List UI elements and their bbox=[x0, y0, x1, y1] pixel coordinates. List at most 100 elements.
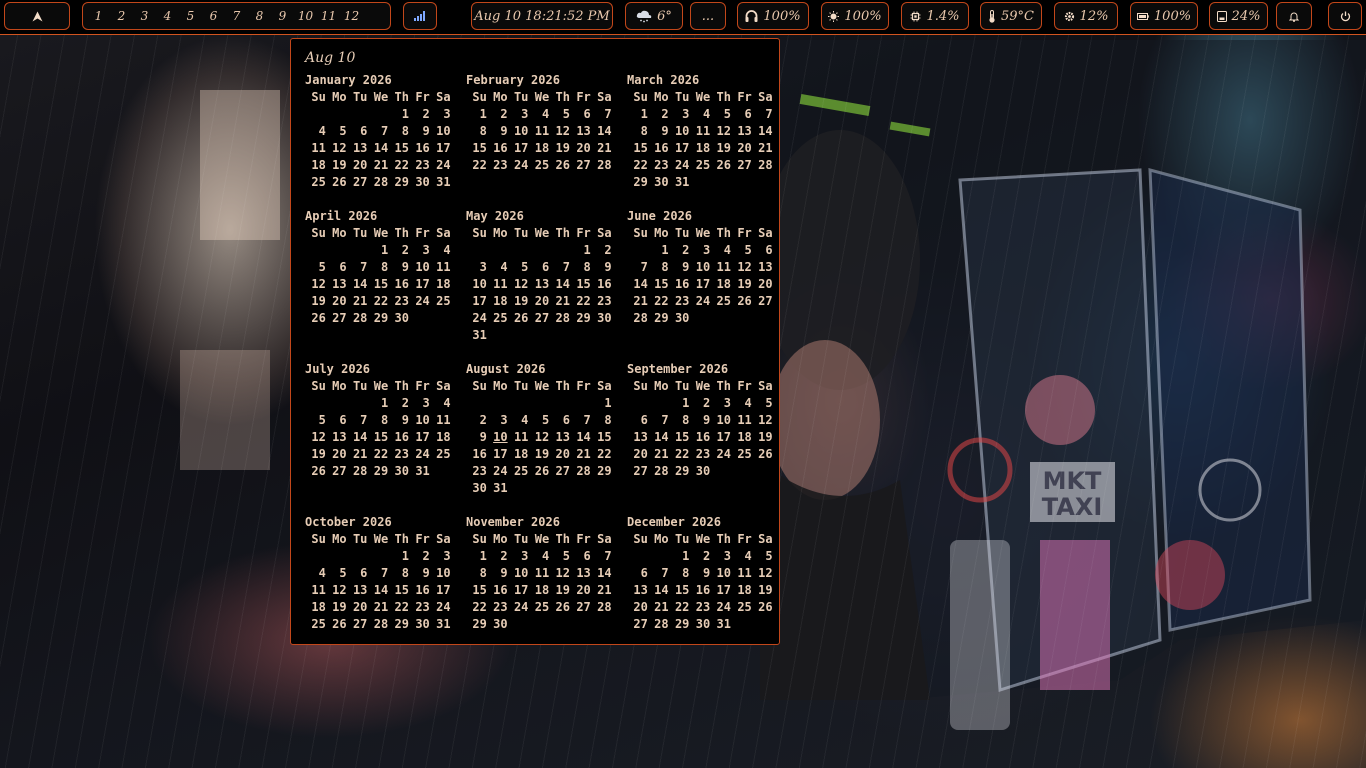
day-cell[interactable]: 18 bbox=[689, 140, 710, 157]
day-cell[interactable]: 18 bbox=[710, 276, 731, 293]
day-cell[interactable]: 22 bbox=[466, 599, 486, 616]
day-cell[interactable]: 27 bbox=[549, 463, 570, 480]
day-cell[interactable]: 8 bbox=[570, 259, 591, 276]
day-cell[interactable]: 23 bbox=[388, 293, 409, 310]
day-cell[interactable]: 12 bbox=[326, 140, 346, 157]
day-cell[interactable]: 30 bbox=[388, 310, 409, 327]
day-cell[interactable]: 11 bbox=[528, 565, 549, 582]
day-cell[interactable]: 19 bbox=[549, 140, 570, 157]
day-cell[interactable]: 24 bbox=[710, 446, 731, 463]
power-button[interactable] bbox=[1328, 2, 1362, 30]
day-cell[interactable]: 22 bbox=[591, 446, 611, 463]
day-cell[interactable]: 3 bbox=[508, 548, 528, 565]
day-cell[interactable]: 9 bbox=[689, 412, 710, 429]
day-cell[interactable]: 5 bbox=[508, 259, 528, 276]
day-cell[interactable]: 3 bbox=[669, 106, 689, 123]
day-cell[interactable]: 13 bbox=[570, 123, 590, 140]
day-cell[interactable]: 13 bbox=[627, 582, 647, 599]
day-cell[interactable]: 21 bbox=[347, 446, 367, 463]
day-cell[interactable]: 5 bbox=[752, 395, 772, 412]
day-cell[interactable]: 19 bbox=[305, 293, 325, 310]
day-cell[interactable]: 14 bbox=[570, 429, 590, 446]
day-cell[interactable]: 19 bbox=[752, 582, 772, 599]
day-cell[interactable]: 3 bbox=[409, 242, 430, 259]
day-cell[interactable]: 22 bbox=[669, 599, 689, 616]
day-cell[interactable]: 4 bbox=[430, 395, 450, 412]
day-cell[interactable]: 20 bbox=[549, 446, 570, 463]
battery-button[interactable]: 100% bbox=[1130, 2, 1198, 30]
day-cell[interactable]: 23 bbox=[409, 157, 429, 174]
day-cell[interactable]: 30 bbox=[669, 310, 689, 327]
day-cell[interactable]: 19 bbox=[508, 293, 528, 310]
day-cell[interactable]: 2 bbox=[689, 548, 710, 565]
day-cell[interactable]: 5 bbox=[710, 106, 731, 123]
day-cell[interactable]: 19 bbox=[326, 157, 346, 174]
day-cell[interactable]: 21 bbox=[347, 293, 367, 310]
day-cell[interactable]: 8 bbox=[466, 565, 487, 582]
day-cell[interactable]: 28 bbox=[648, 616, 668, 633]
day-cell[interactable]: 21 bbox=[367, 599, 388, 616]
day-cell[interactable]: 4 bbox=[305, 123, 326, 140]
day-cell[interactable]: 15 bbox=[388, 140, 409, 157]
disk-button[interactable]: 24% bbox=[1209, 2, 1268, 30]
day-cell[interactable]: 10 bbox=[430, 565, 450, 582]
day-cell[interactable]: 24 bbox=[430, 599, 450, 616]
day-cell[interactable]: 7 bbox=[570, 412, 591, 429]
day-cell[interactable]: 26 bbox=[752, 446, 772, 463]
day-cell[interactable]: 12 bbox=[326, 582, 346, 599]
day-cell[interactable]: 15 bbox=[466, 582, 486, 599]
day-cell[interactable]: 16 bbox=[689, 582, 710, 599]
day-cell[interactable]: 21 bbox=[627, 293, 647, 310]
day-cell[interactable]: 26 bbox=[508, 310, 528, 327]
day-cell[interactable]: 14 bbox=[648, 429, 668, 446]
day-cell[interactable]: 3 bbox=[430, 106, 450, 123]
day-cell[interactable]: 26 bbox=[549, 599, 570, 616]
day-cell[interactable]: 2 bbox=[409, 548, 430, 565]
day-cell[interactable]: 31 bbox=[430, 174, 450, 191]
day-cell[interactable]: 21 bbox=[648, 446, 668, 463]
day-cell[interactable]: 23 bbox=[487, 599, 507, 616]
day-cell[interactable]: 1 bbox=[669, 548, 689, 565]
day-cell[interactable]: 31 bbox=[430, 616, 450, 633]
workspace-12[interactable]: 12 bbox=[340, 9, 363, 23]
day-cell[interactable]: 20 bbox=[347, 157, 367, 174]
day-cell[interactable]: 13 bbox=[731, 123, 751, 140]
cpu-button[interactable]: 1.4% bbox=[901, 2, 969, 30]
day-cell[interactable]: 30 bbox=[409, 616, 429, 633]
day-cell[interactable]: 2 bbox=[591, 242, 611, 259]
day-cell[interactable]: 24 bbox=[409, 293, 429, 310]
day-cell[interactable]: 3 bbox=[487, 412, 507, 429]
day-cell[interactable]: 27 bbox=[347, 174, 367, 191]
day-cell[interactable]: 10 bbox=[409, 259, 429, 276]
day-cell[interactable]: 15 bbox=[570, 276, 590, 293]
day-cell[interactable]: 1 bbox=[648, 242, 668, 259]
day-cell[interactable]: 26 bbox=[326, 616, 346, 633]
day-cell[interactable]: 28 bbox=[367, 616, 388, 633]
day-cell[interactable]: 30 bbox=[689, 616, 710, 633]
day-cell[interactable]: 9 bbox=[689, 565, 710, 582]
day-cell[interactable]: 4 bbox=[528, 548, 549, 565]
day-cell[interactable]: 26 bbox=[528, 463, 549, 480]
day-cell[interactable]: 25 bbox=[508, 463, 528, 480]
day-cell[interactable]: 3 bbox=[409, 395, 430, 412]
day-cell[interactable]: 24 bbox=[487, 463, 507, 480]
day-cell[interactable]: 16 bbox=[669, 276, 689, 293]
day-cell[interactable]: 31 bbox=[710, 616, 731, 633]
day-cell[interactable]: 28 bbox=[627, 310, 647, 327]
day-cell[interactable]: 24 bbox=[466, 310, 486, 327]
day-cell[interactable]: 2 bbox=[487, 548, 507, 565]
day-cell[interactable]: 17 bbox=[689, 276, 710, 293]
day-cell[interactable]: 16 bbox=[591, 276, 611, 293]
day-cell[interactable]: 18 bbox=[731, 429, 751, 446]
day-cell[interactable]: 21 bbox=[752, 140, 772, 157]
day-cell[interactable]: 17 bbox=[508, 582, 528, 599]
day-cell[interactable]: 3 bbox=[430, 548, 450, 565]
day-cell[interactable]: 1 bbox=[466, 106, 487, 123]
day-cell[interactable]: 26 bbox=[305, 463, 325, 480]
memory-button[interactable]: 12% bbox=[1054, 2, 1118, 30]
day-cell[interactable]: 21 bbox=[591, 582, 611, 599]
day-cell[interactable]: 9 bbox=[669, 259, 689, 276]
day-cell[interactable]: 6 bbox=[627, 412, 648, 429]
workspace-3[interactable]: 3 bbox=[133, 9, 156, 23]
workspace-10[interactable]: 10 bbox=[294, 9, 317, 23]
